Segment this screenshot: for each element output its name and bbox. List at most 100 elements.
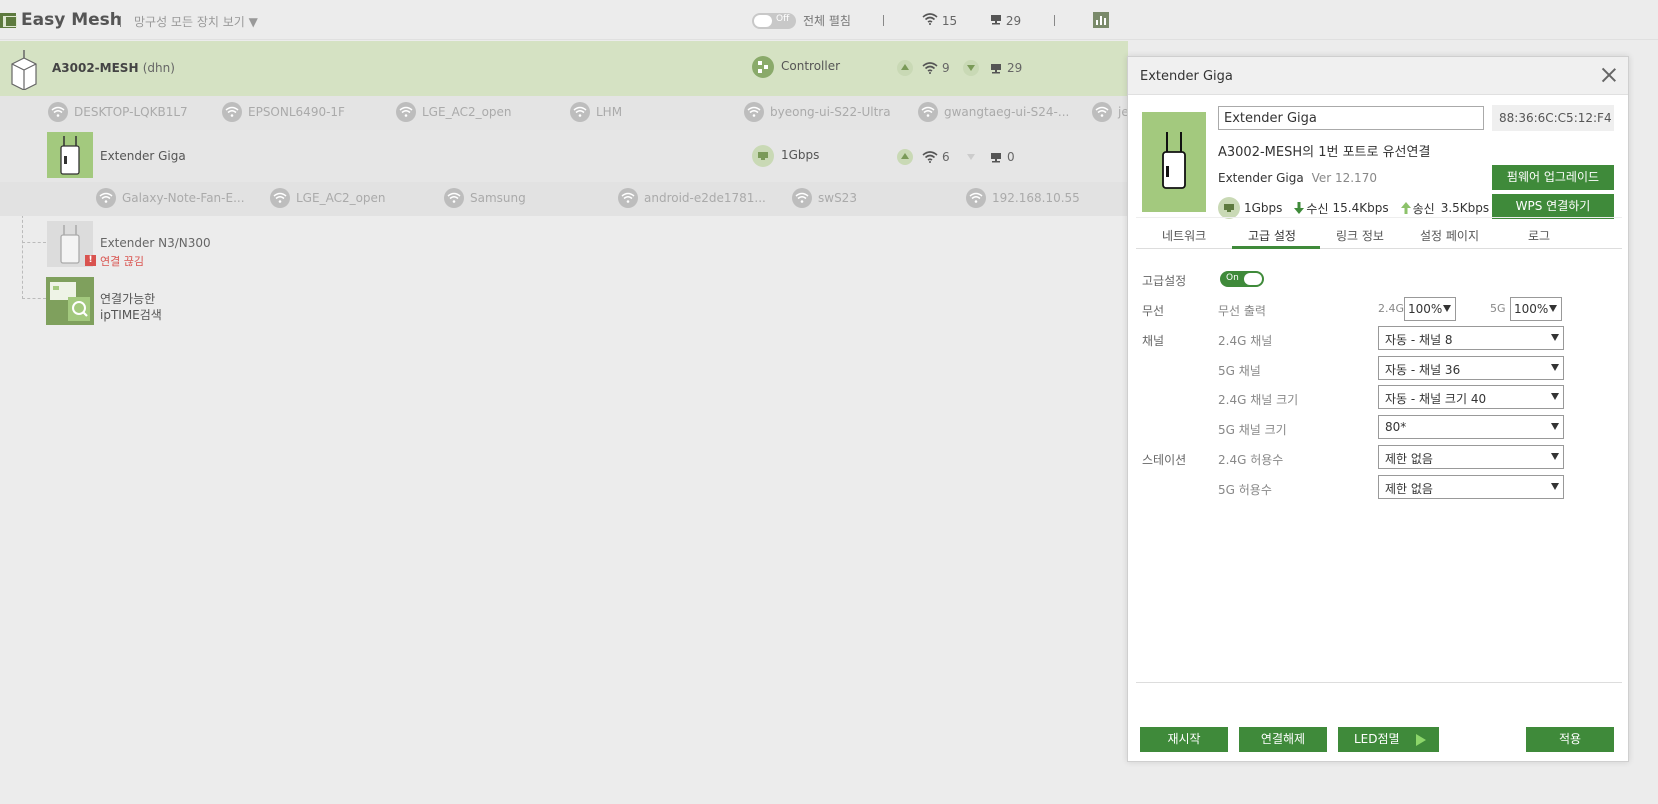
- station-section-label: 스테이션: [1142, 453, 1187, 467]
- client-name: byeong-ui-S22-Ultra: [770, 105, 891, 119]
- panel-tabs: 네트워크 고급 설정 링크 정보 설정 페이지 로그: [1136, 217, 1622, 249]
- app-title: Easy Mesh: [21, 10, 122, 30]
- move-down-icon[interactable]: [963, 60, 979, 76]
- station-24g-value: 제한 없음: [1385, 452, 1433, 466]
- tab-advanced[interactable]: 고급 설정: [1248, 227, 1296, 244]
- station-5g-select[interactable]: 제한 없음: [1378, 475, 1564, 499]
- client-item[interactable]: je: [1092, 102, 1129, 122]
- divider: [1136, 682, 1622, 683]
- client-name: Samsung: [470, 191, 526, 205]
- router-icon: [10, 50, 38, 91]
- wifi-client-icon: [618, 188, 638, 208]
- band-24g-label: 2.4G: [1378, 302, 1405, 315]
- client-name: LHM: [596, 105, 623, 119]
- move-up-icon[interactable]: [897, 149, 913, 165]
- client-item[interactable]: Galaxy-Note-Fan-E...: [96, 188, 245, 208]
- divider: [883, 15, 884, 26]
- tx-label: 송신: [1412, 201, 1435, 216]
- restart-button[interactable]: 재시작: [1140, 727, 1228, 752]
- station-24g-select[interactable]: 제한 없음: [1378, 445, 1564, 469]
- wifi-icon: [922, 62, 938, 74]
- bandwidth-5g-value: 80*: [1385, 420, 1407, 434]
- client-item[interactable]: android-e2de1781...: [618, 188, 766, 208]
- advanced-setting-toggle[interactable]: On: [1220, 271, 1264, 287]
- channel-5g-select[interactable]: 자동 - 채널 36: [1378, 356, 1564, 380]
- channel-5g-label: 5G 채널: [1218, 364, 1261, 378]
- upload-arrow-icon: [1400, 202, 1411, 214]
- bandwidth-24g-select[interactable]: 자동 - 채널 크기 40: [1378, 385, 1564, 409]
- model-name: Extender Giga: [1218, 171, 1304, 185]
- controller-row[interactable]: A3002-MESH (dhn) Controller 9 29: [0, 41, 1128, 96]
- apply-button[interactable]: 적용: [1526, 727, 1614, 752]
- disconnected-extender-icon[interactable]: !: [47, 221, 96, 267]
- tab-settings-page[interactable]: 설정 페이지: [1420, 227, 1479, 244]
- advanced-setting-label: 고급설정: [1142, 274, 1187, 288]
- client-item[interactable]: swS23: [792, 188, 857, 208]
- top-bar: Easy Mesh 망구성 모든 장치 보기 ▼ Off 전체 펼침 15 29: [0, 0, 1658, 40]
- close-icon[interactable]: [1598, 64, 1620, 86]
- bandwidth-5g-select[interactable]: 80*: [1378, 415, 1564, 439]
- channel-24g-select[interactable]: 자동 - 채널 8: [1378, 326, 1564, 350]
- pc-icon: [990, 62, 1002, 74]
- pc-count: 29: [1005, 14, 1022, 28]
- client-item[interactable]: byeong-ui-S22-Ultra: [744, 102, 891, 122]
- mac-address: 88:36:6C:C5:12:F4: [1492, 105, 1614, 131]
- tab-log[interactable]: 로그: [1528, 227, 1550, 244]
- search-label-line2: ipTIME검색: [100, 308, 162, 322]
- bandwidth-24g-label: 2.4G 채널 크기: [1218, 393, 1299, 407]
- search-iptime-icon[interactable]: [46, 277, 94, 325]
- power-24g-select[interactable]: 100%: [1404, 297, 1456, 321]
- station-24g-label: 2.4G 허용수: [1218, 453, 1284, 467]
- tab-network[interactable]: 네트워크: [1162, 227, 1206, 244]
- tab-link-info[interactable]: 링크 정보: [1336, 227, 1384, 244]
- client-item[interactable]: 192.168.10.55: [966, 188, 1080, 208]
- app-logo-icon: [0, 13, 17, 28]
- client-name: DESKTOP-LQKB1L7: [74, 105, 188, 119]
- extender-giga-row[interactable]: Extender Giga 1Gbps 6 0: [0, 130, 1128, 182]
- link-speeds: 1Gbps 수신 15.4Kbps 송신 3.5Kbps: [1218, 197, 1489, 219]
- disconnect-button[interactable]: 연결해제: [1239, 727, 1327, 752]
- chevron-down-icon: [1551, 364, 1559, 371]
- device-name-input[interactable]: [1218, 106, 1484, 130]
- client-name: Galaxy-Note-Fan-E...: [122, 191, 245, 205]
- active-tab-indicator: [1232, 246, 1320, 249]
- chevron-down-icon: [1551, 453, 1559, 460]
- power-5g-value: 100%: [1514, 302, 1549, 316]
- wired-link-icon: [752, 145, 774, 167]
- tree-line: [22, 298, 46, 299]
- statistics-chart-icon[interactable]: [1093, 12, 1109, 28]
- device-detail-panel: Extender Giga 88:36:6C:C5:12:F4 A3002-ME…: [1127, 56, 1629, 762]
- client-item[interactable]: Samsung: [444, 188, 526, 208]
- client-item[interactable]: gwangtaeg-ui-S24-...: [918, 102, 1069, 122]
- wps-connect-button[interactable]: WPS 연결하기: [1492, 194, 1614, 219]
- client-item[interactable]: LGE_AC2_open: [396, 102, 512, 122]
- wireless-output-label: 무선 출력: [1218, 304, 1266, 318]
- search-label-line1: 연결가능한: [100, 292, 156, 306]
- client-item[interactable]: EPSONL6490-1F: [222, 102, 345, 122]
- power-5g-select[interactable]: 100%: [1510, 297, 1562, 321]
- expand-all-toggle[interactable]: Off: [752, 13, 796, 29]
- client-item[interactable]: DESKTOP-LQKB1L7: [48, 102, 188, 122]
- station-5g-value: 제한 없음: [1385, 482, 1433, 496]
- panel-header: Extender Giga: [1128, 57, 1628, 95]
- view-all-devices-dropdown[interactable]: 망구성 모든 장치 보기 ▼: [134, 13, 258, 30]
- chevron-down-icon: [1549, 305, 1557, 312]
- wifi-count-stat: 15: [922, 13, 957, 28]
- wifi-icon: [922, 151, 938, 163]
- tx-value: 3.5Kbps: [1440, 201, 1490, 215]
- station-5g-label: 5G 허용수: [1218, 483, 1272, 497]
- rx-label: 수신: [1306, 201, 1329, 216]
- tree-line: [22, 242, 46, 243]
- extender-wifi-count: 6: [942, 150, 950, 164]
- divider: [1054, 15, 1055, 26]
- wifi-client-icon: [792, 188, 812, 208]
- wifi-client-icon: [918, 102, 938, 122]
- move-up-icon[interactable]: [897, 60, 913, 76]
- wifi-client-icon: [48, 102, 68, 122]
- wired-link-icon: [1218, 197, 1240, 219]
- led-blink-button[interactable]: LED점멸: [1338, 727, 1439, 752]
- client-item[interactable]: LGE_AC2_open: [270, 188, 386, 208]
- chevron-down-icon: [1443, 305, 1451, 312]
- client-item[interactable]: LHM: [570, 102, 622, 122]
- firmware-upgrade-button[interactable]: 펌웨어 업그레이드: [1492, 165, 1614, 190]
